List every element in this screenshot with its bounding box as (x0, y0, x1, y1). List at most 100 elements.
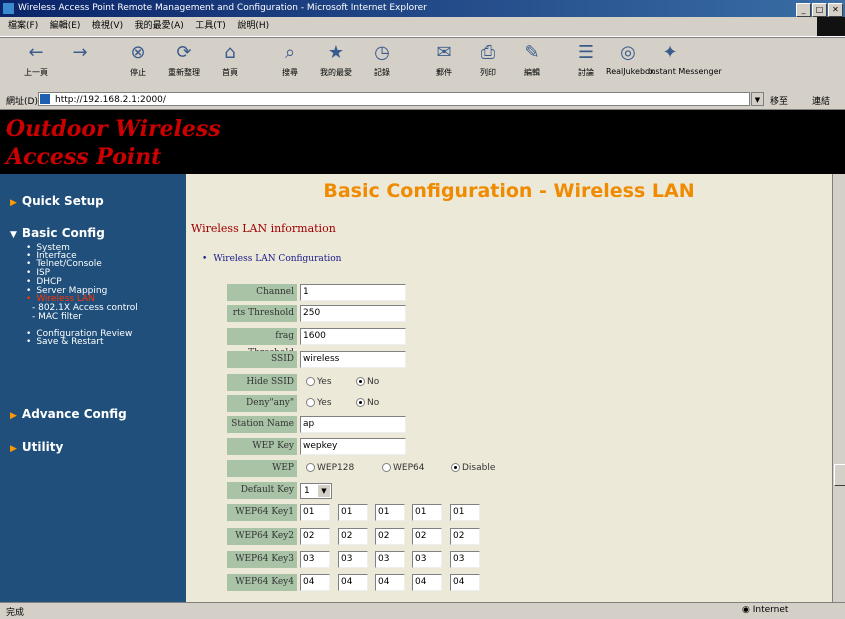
toolbar-button-history[interactable]: ◷ 記錄 (360, 42, 404, 78)
toolbar-button-realjukebox[interactable]: ◎ RealJukebox (606, 42, 654, 76)
wep64-key2-label: WEP64 Key2 (227, 528, 297, 545)
minimize-button[interactable]: _ (796, 3, 811, 17)
hide-ssid-yes-radio[interactable]: Yes (306, 377, 332, 387)
ssid-label: SSID (227, 351, 297, 368)
close-button[interactable]: ✕ (828, 3, 843, 17)
wep-label: WEP (227, 460, 297, 477)
nav-label: Advance Config (21, 407, 127, 421)
menu-help[interactable]: 說明(H) (237, 17, 269, 36)
address-dropdown-icon[interactable]: ▼ (751, 92, 764, 106)
ssid-input[interactable]: wireless (300, 351, 406, 368)
refresh-icon: ⟳ (176, 42, 192, 63)
toolbar-button-edit[interactable]: ✎ 編輯 (510, 42, 554, 78)
channel-label: Channel (227, 284, 297, 301)
wep-key-input[interactable]: wepkey (300, 438, 406, 455)
wep-disable-radio[interactable]: Disable (451, 463, 495, 473)
wep64-key2-byte1[interactable]: 02 (300, 528, 330, 545)
rts-threshold-input[interactable]: 250 (300, 305, 406, 322)
deny-any-no-radio[interactable]: No (356, 398, 379, 408)
banner-line-1: Outdoor Wireless (6, 116, 221, 142)
wep64-key2-byte3[interactable]: 02 (375, 528, 405, 545)
wep64-key4-byte2[interactable]: 04 (338, 574, 368, 591)
wep64-key1-byte2[interactable]: 01 (338, 504, 368, 521)
wep128-radio[interactable]: WEP128 (306, 463, 354, 473)
wep64-key3-byte2[interactable]: 03 (338, 551, 368, 568)
toolbar-button-favorites[interactable]: ★ 我的最愛 (314, 42, 358, 78)
home-icon: ⌂ (224, 42, 236, 63)
triangle-right-icon: ▶ (10, 198, 17, 208)
menu-file[interactable]: 檔案(F) (8, 17, 38, 36)
station-name-input[interactable]: ap (300, 416, 406, 433)
wep64-key1-byte4[interactable]: 01 (412, 504, 442, 521)
nav-label: Basic Config (21, 226, 105, 240)
nav-item-mac-filter[interactable]: - MAC filter (32, 313, 82, 322)
nav-quick-setup[interactable]: ▶ Quick Setup (10, 194, 104, 208)
toolbar-label: 搜尋 (282, 68, 298, 77)
subsection-title: • Wireless LAN Configuration (202, 254, 342, 264)
triangle-right-icon: ▶ (10, 411, 17, 421)
address-input[interactable]: http://192.168.2.1:2000/ (38, 92, 750, 106)
toolbar-label: 首頁 (222, 68, 238, 77)
toolbar-button-forward[interactable]: → (58, 42, 102, 67)
go-button[interactable]: 移至 (770, 94, 788, 107)
wep64-key2-byte5[interactable]: 02 (450, 528, 480, 545)
toolbar-button-mail[interactable]: ✉ 郵件 (422, 42, 466, 78)
toolbar-button-messenger[interactable]: ✦ Instant Messenger (648, 42, 722, 76)
discuss-icon: ☰ (577, 42, 595, 63)
menu-tools[interactable]: 工具(T) (195, 17, 226, 36)
toolbar-label: 郵件 (436, 68, 452, 77)
back-icon: ← (28, 42, 44, 63)
toolbar-button-stop[interactable]: ⊗ 停止 (116, 42, 160, 78)
print-icon: ⎙ (480, 42, 496, 63)
window-title-bar: Wireless Access Point Remote Management … (0, 0, 845, 17)
toolbar-button-discuss[interactable]: ☰ 討論 (564, 42, 608, 78)
wep-key-label: WEP Key (227, 438, 297, 455)
links-button[interactable]: 連結 (812, 94, 830, 107)
wep64-key4-byte5[interactable]: 04 (450, 574, 480, 591)
address-bar: 網址(D) http://192.168.2.1:2000/ ▼ 移至 連結 (0, 90, 845, 110)
wep64-key1-byte3[interactable]: 01 (375, 504, 405, 521)
deny-any-yes-radio[interactable]: Yes (306, 398, 332, 408)
menu-view[interactable]: 檢視(V) (92, 17, 123, 36)
toolbar-label: 我的最愛 (320, 68, 352, 77)
toolbar-button-refresh[interactable]: ⟳ 重新整理 (162, 42, 206, 78)
menu-favorites[interactable]: 我的最愛(A) (135, 17, 184, 36)
realjukebox-icon: ◎ (620, 42, 636, 63)
wep64-key3-byte1[interactable]: 03 (300, 551, 330, 568)
toolbar-label: 編輯 (524, 68, 540, 77)
toolbar-button-print[interactable]: ⎙ 列印 (466, 42, 510, 78)
wep64-key2-byte2[interactable]: 02 (338, 528, 368, 545)
default-key-select[interactable]: 1 ▼ (300, 483, 332, 499)
wep64-key3-byte4[interactable]: 03 (412, 551, 442, 568)
nav-basic-config[interactable]: ▼ Basic Config (10, 226, 105, 240)
messenger-icon: ✦ (662, 42, 678, 63)
wep64-key4-byte1[interactable]: 04 (300, 574, 330, 591)
menu-edit[interactable]: 編輯(E) (50, 17, 81, 36)
channel-input[interactable]: 1 (300, 284, 406, 301)
wep64-key3-byte5[interactable]: 03 (450, 551, 480, 568)
toolbar-button-search[interactable]: ⌕ 搜尋 (268, 42, 312, 78)
toolbar-label: 停止 (130, 68, 146, 77)
wep64-key4-byte3[interactable]: 04 (375, 574, 405, 591)
frag-threshold-label: frag Threshold (227, 328, 297, 358)
hide-ssid-no-radio[interactable]: No (356, 377, 379, 387)
nav-item-save-restart[interactable]: • Save & Restart (26, 338, 104, 347)
wep64-key4-byte4[interactable]: 04 (412, 574, 442, 591)
frag-threshold-input[interactable]: 1600 (300, 328, 406, 345)
mail-icon: ✉ (436, 42, 452, 63)
toolbar-button-back[interactable]: ← 上一頁 (14, 42, 58, 78)
maximize-button[interactable]: □ (812, 3, 827, 17)
nav-utility[interactable]: ▶ Utility (10, 440, 63, 454)
address-label: 網址(D) (6, 97, 38, 107)
vertical-scrollbar[interactable] (832, 174, 845, 602)
wep64-key3-byte3[interactable]: 03 (375, 551, 405, 568)
forward-icon: → (72, 42, 88, 63)
scrollbar-thumb[interactable] (834, 464, 845, 486)
wep64-radio[interactable]: WEP64 (382, 463, 424, 473)
nav-advance-config[interactable]: ▶ Advance Config (10, 407, 127, 421)
toolbar-button-home[interactable]: ⌂ 首頁 (208, 42, 252, 78)
wep64-key1-byte1[interactable]: 01 (300, 504, 330, 521)
wep64-key2-byte4[interactable]: 02 (412, 528, 442, 545)
wep64-key1-byte5[interactable]: 01 (450, 504, 480, 521)
search-icon: ⌕ (284, 42, 296, 63)
